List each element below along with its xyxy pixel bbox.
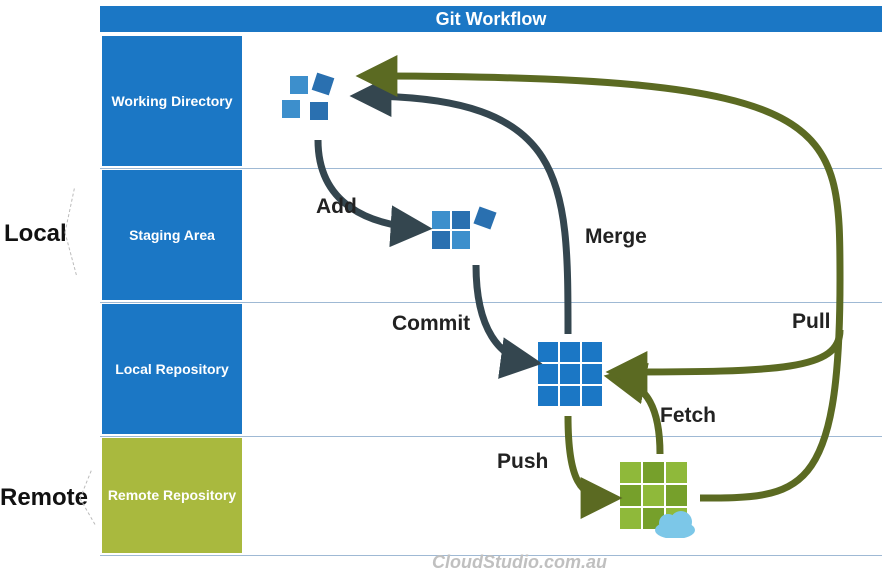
credit-text: CloudStudio.com.au	[432, 552, 607, 573]
op-push-label: Push	[497, 450, 548, 474]
op-merge-label: Merge	[585, 225, 647, 249]
scope-remote-label: Remote	[0, 484, 88, 512]
guide-line	[65, 232, 77, 275]
working-directory-icon	[280, 70, 350, 140]
divider	[100, 168, 882, 169]
row-working-directory: Working Directory	[102, 36, 242, 166]
op-fetch-label: Fetch	[660, 404, 716, 428]
op-pull-label: Pull	[792, 310, 831, 334]
local-repository-icon	[536, 340, 606, 410]
divider	[100, 436, 882, 437]
row-remote-repository: Remote Repository	[102, 438, 242, 553]
op-add-label: Add	[316, 195, 357, 219]
scope-local-label: Local	[4, 220, 67, 248]
op-commit-label: Commit	[392, 312, 470, 336]
diagram-canvas: Git Workflow Working Directory Staging A…	[0, 0, 892, 575]
guide-line	[65, 188, 75, 232]
page-title: Git Workflow	[100, 6, 882, 32]
row-local-repository: Local Repository	[102, 304, 242, 434]
staging-area-icon	[428, 205, 498, 275]
divider	[100, 302, 882, 303]
remote-repository-icon	[618, 460, 696, 538]
row-staging-area: Staging Area	[102, 170, 242, 300]
